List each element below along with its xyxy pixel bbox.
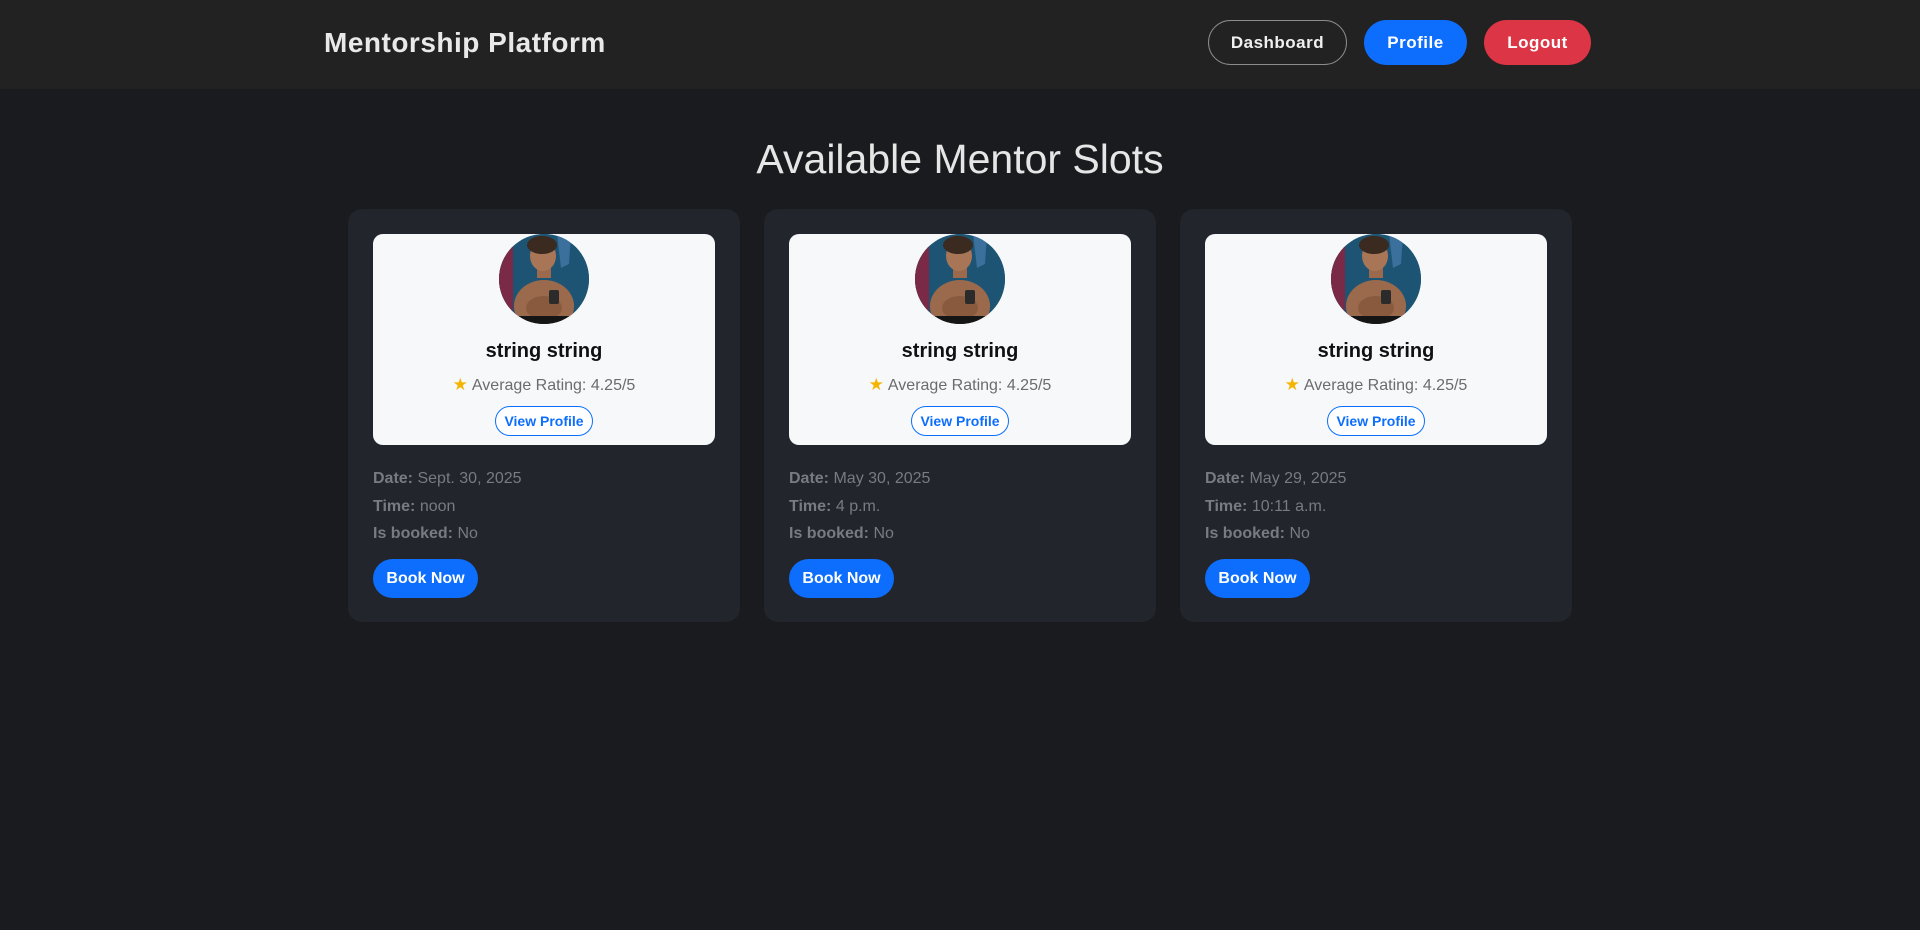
star-icon: ★ bbox=[452, 375, 468, 394]
slot-time: Time: 4 p.m. bbox=[789, 493, 930, 521]
booked-value: No bbox=[457, 525, 478, 542]
booked-label: Is booked: bbox=[789, 525, 870, 542]
mentor-card: string string ★ Average Rating: 4.25/5 Vi… bbox=[789, 234, 1131, 445]
nav-actions: Dashboard Profile Logout bbox=[1208, 20, 1591, 65]
rating-value: 4.25/5 bbox=[1422, 377, 1468, 394]
date-value: Sept. 30, 2025 bbox=[417, 470, 522, 487]
slot-details: Date: May 30, 2025 Time: 4 p.m. Is booke… bbox=[789, 465, 930, 548]
rating-value: 4.25/5 bbox=[1006, 377, 1052, 394]
mentor-avatar bbox=[499, 234, 589, 324]
view-profile-button[interactable]: View Profile bbox=[1327, 406, 1425, 436]
time-value: noon bbox=[419, 497, 456, 515]
top-navbar: Mentorship Platform Dashboard Profile Lo… bbox=[0, 0, 1920, 89]
book-now-button[interactable]: Book Now bbox=[1205, 559, 1310, 598]
star-icon: ★ bbox=[1284, 375, 1300, 394]
slot-details: Date: May 29, 2025 Time: 10:11 a.m. Is b… bbox=[1205, 465, 1346, 548]
book-now-button[interactable]: Book Now bbox=[789, 559, 894, 598]
date-label: Date: bbox=[373, 470, 414, 487]
slot-booked: Is booked: No bbox=[1205, 520, 1346, 548]
mentor-card: string string ★ Average Rating: 4.25/5 Vi… bbox=[1205, 234, 1547, 445]
slot-card: string string ★ Average Rating: 4.25/5 Vi… bbox=[764, 209, 1156, 622]
mentor-rating: ★ Average Rating: 4.25/5 bbox=[789, 375, 1131, 395]
date-label: Date: bbox=[1205, 470, 1246, 487]
time-value: 10:11 a.m. bbox=[1251, 497, 1327, 515]
profile-button[interactable]: Profile bbox=[1364, 20, 1467, 65]
mentor-card: string string ★ Average Rating: 4.25/5 Vi… bbox=[373, 234, 715, 445]
mentor-rating: ★ Average Rating: 4.25/5 bbox=[1205, 375, 1547, 395]
slot-card: string string ★ Average Rating: 4.25/5 Vi… bbox=[348, 209, 740, 622]
logout-button[interactable]: Logout bbox=[1484, 20, 1591, 65]
date-value: May 30, 2025 bbox=[833, 470, 931, 487]
mentor-avatar bbox=[1331, 234, 1421, 324]
brand-title[interactable]: Mentorship Platform bbox=[324, 27, 606, 59]
mentor-rating: ★ Average Rating: 4.25/5 bbox=[373, 375, 715, 395]
rating-value: 4.25/5 bbox=[590, 377, 636, 394]
time-value: 4 p.m. bbox=[835, 497, 881, 515]
view-profile-button[interactable]: View Profile bbox=[911, 406, 1009, 436]
slot-booked: Is booked: No bbox=[789, 520, 930, 548]
rating-prefix: Average Rating: bbox=[887, 377, 1003, 394]
time-label: Time: bbox=[789, 497, 832, 515]
booked-label: Is booked: bbox=[373, 525, 454, 542]
slot-date: Date: May 29, 2025 bbox=[1205, 465, 1346, 493]
slot-time: Time: 10:11 a.m. bbox=[1205, 493, 1346, 521]
mentor-name: string string bbox=[1317, 340, 1435, 362]
booked-value: No bbox=[1289, 525, 1310, 542]
slot-booked: Is booked: No bbox=[373, 520, 522, 548]
booked-value: No bbox=[873, 525, 894, 542]
date-label: Date: bbox=[789, 470, 830, 487]
star-icon: ★ bbox=[868, 375, 884, 394]
view-profile-button[interactable]: View Profile bbox=[495, 406, 593, 436]
slot-date: Date: Sept. 30, 2025 bbox=[373, 465, 522, 493]
slot-card: string string ★ Average Rating: 4.25/5 Vi… bbox=[1180, 209, 1572, 622]
time-label: Time: bbox=[373, 497, 416, 515]
time-label: Time: bbox=[1205, 497, 1248, 515]
rating-prefix: Average Rating: bbox=[471, 377, 587, 394]
mentor-name: string string bbox=[901, 340, 1019, 362]
date-value: May 29, 2025 bbox=[1249, 470, 1347, 487]
page-title: Available Mentor Slots bbox=[756, 136, 1164, 182]
slot-date: Date: May 30, 2025 bbox=[789, 465, 930, 493]
slot-details: Date: Sept. 30, 2025 Time: noon Is booke… bbox=[373, 465, 522, 548]
mentor-avatar bbox=[915, 234, 1005, 324]
mentor-name: string string bbox=[485, 340, 603, 362]
rating-prefix: Average Rating: bbox=[1303, 377, 1419, 394]
book-now-button[interactable]: Book Now bbox=[373, 559, 478, 598]
dashboard-button[interactable]: Dashboard bbox=[1208, 20, 1347, 65]
slot-cards: string string ★ Average Rating: 4.25/5 Vi… bbox=[348, 209, 1572, 622]
booked-label: Is booked: bbox=[1205, 525, 1286, 542]
slot-time: Time: noon bbox=[373, 493, 522, 521]
